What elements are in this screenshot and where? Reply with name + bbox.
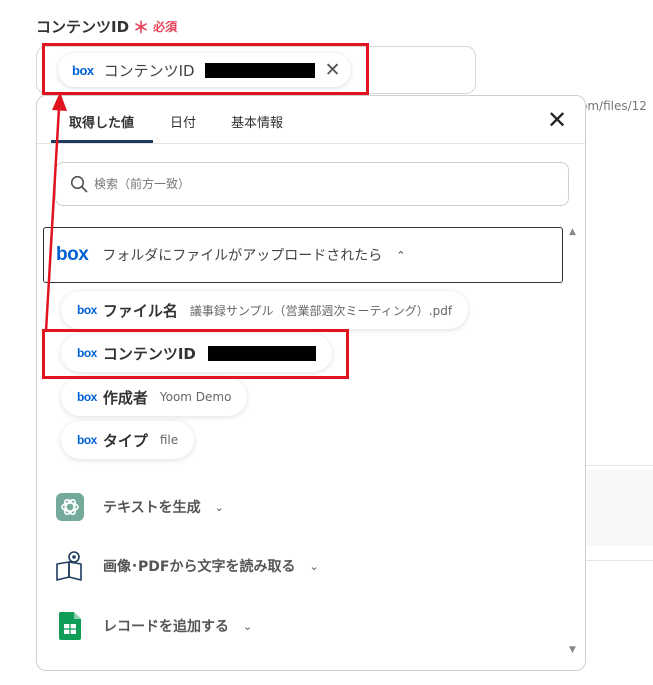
section-label: レコードを追加する xyxy=(103,619,229,635)
item-label: コンテンツID xyxy=(102,344,196,363)
list-item-type[interactable]: box タイプ file xyxy=(61,421,195,459)
background-divider xyxy=(586,465,653,466)
required-mark: ＊ xyxy=(133,18,150,37)
scroll-down-arrow-icon[interactable]: ▼ xyxy=(569,645,576,655)
field-label: コンテンツID ＊ 必須 xyxy=(36,14,177,38)
section-add-record[interactable]: レコードを追加する ⌄ xyxy=(55,611,252,641)
box-logo-icon: box xyxy=(77,390,97,404)
close-icon[interactable]: ✕ xyxy=(325,59,341,81)
background-panel xyxy=(586,470,653,546)
tab-basic-info[interactable]: 基本情報 xyxy=(231,112,283,131)
tab-date[interactable]: 日付 xyxy=(170,112,196,131)
search-icon xyxy=(70,175,88,193)
chevron-up-icon: ⌃ xyxy=(396,248,406,262)
box-logo-icon: box xyxy=(56,244,89,265)
box-logo-icon: box xyxy=(72,62,94,78)
chatgpt-icon xyxy=(55,492,85,522)
search-input[interactable] xyxy=(94,177,494,191)
background-divider xyxy=(586,560,653,561)
item-value: file xyxy=(159,433,179,447)
selected-value-chip[interactable]: box コンテンツID ✕ xyxy=(58,53,351,87)
list-item-content-id[interactable]: box コンテンツID xyxy=(61,334,332,372)
list-item-creator[interactable]: box 作成者 Yoom Demo xyxy=(61,378,248,416)
group-title: フォルダにファイルがアップロードされたら xyxy=(102,248,383,264)
item-label: ファイル名 xyxy=(102,301,178,320)
redacted-value xyxy=(207,345,316,361)
google-sheets-icon xyxy=(55,611,85,641)
field-label-text: コンテンツID xyxy=(36,17,130,36)
chevron-down-icon: ⌄ xyxy=(309,559,319,573)
picker-tabs: 取得した値 日付 基本情報 xyxy=(37,96,585,144)
trigger-group-header[interactable]: box フォルダにファイルがアップロードされたら ⌃ xyxy=(43,227,563,283)
chip-label: コンテンツID xyxy=(103,61,195,80)
item-label: 作成者 xyxy=(102,388,148,407)
section-ocr[interactable]: 画像･PDFから文字を読み取る ⌄ xyxy=(55,551,319,581)
section-generate-text[interactable]: テキストを生成 ⌄ xyxy=(55,492,224,522)
item-value: Yoom Demo xyxy=(159,390,232,404)
scroll-up-arrow-icon[interactable]: ▲ xyxy=(569,227,576,237)
section-label: 画像･PDFから文字を読み取る xyxy=(103,559,296,575)
box-logo-icon: box xyxy=(77,433,97,447)
redacted-value xyxy=(204,62,315,78)
list-item-file-name[interactable]: box ファイル名 議事録サンプル（営業部週次ミーティング）.pdf xyxy=(61,291,469,329)
ocr-book-icon xyxy=(55,551,85,581)
box-logo-icon: box xyxy=(77,303,97,317)
item-label: タイプ xyxy=(102,431,148,450)
tab-acquired-values[interactable]: 取得した値 xyxy=(69,112,134,131)
search-box[interactable] xyxy=(55,162,569,206)
box-logo-icon: box xyxy=(77,346,97,360)
item-value: 議事録サンプル（営業部週次ミーティング）.pdf xyxy=(189,303,453,318)
chevron-down-icon: ⌄ xyxy=(243,619,253,633)
active-tab-indicator xyxy=(51,140,153,143)
background-url-fragment: om/files/12 xyxy=(580,99,647,113)
close-icon[interactable]: ✕ xyxy=(547,106,567,134)
chevron-down-icon: ⌄ xyxy=(214,500,224,514)
required-text: 必須 xyxy=(153,19,178,34)
section-label: テキストを生成 xyxy=(103,500,201,516)
value-picker-popover: 取得した値 日付 基本情報 ✕ ▲ ▼ box フォルダにファイルがアップロード… xyxy=(36,95,586,671)
